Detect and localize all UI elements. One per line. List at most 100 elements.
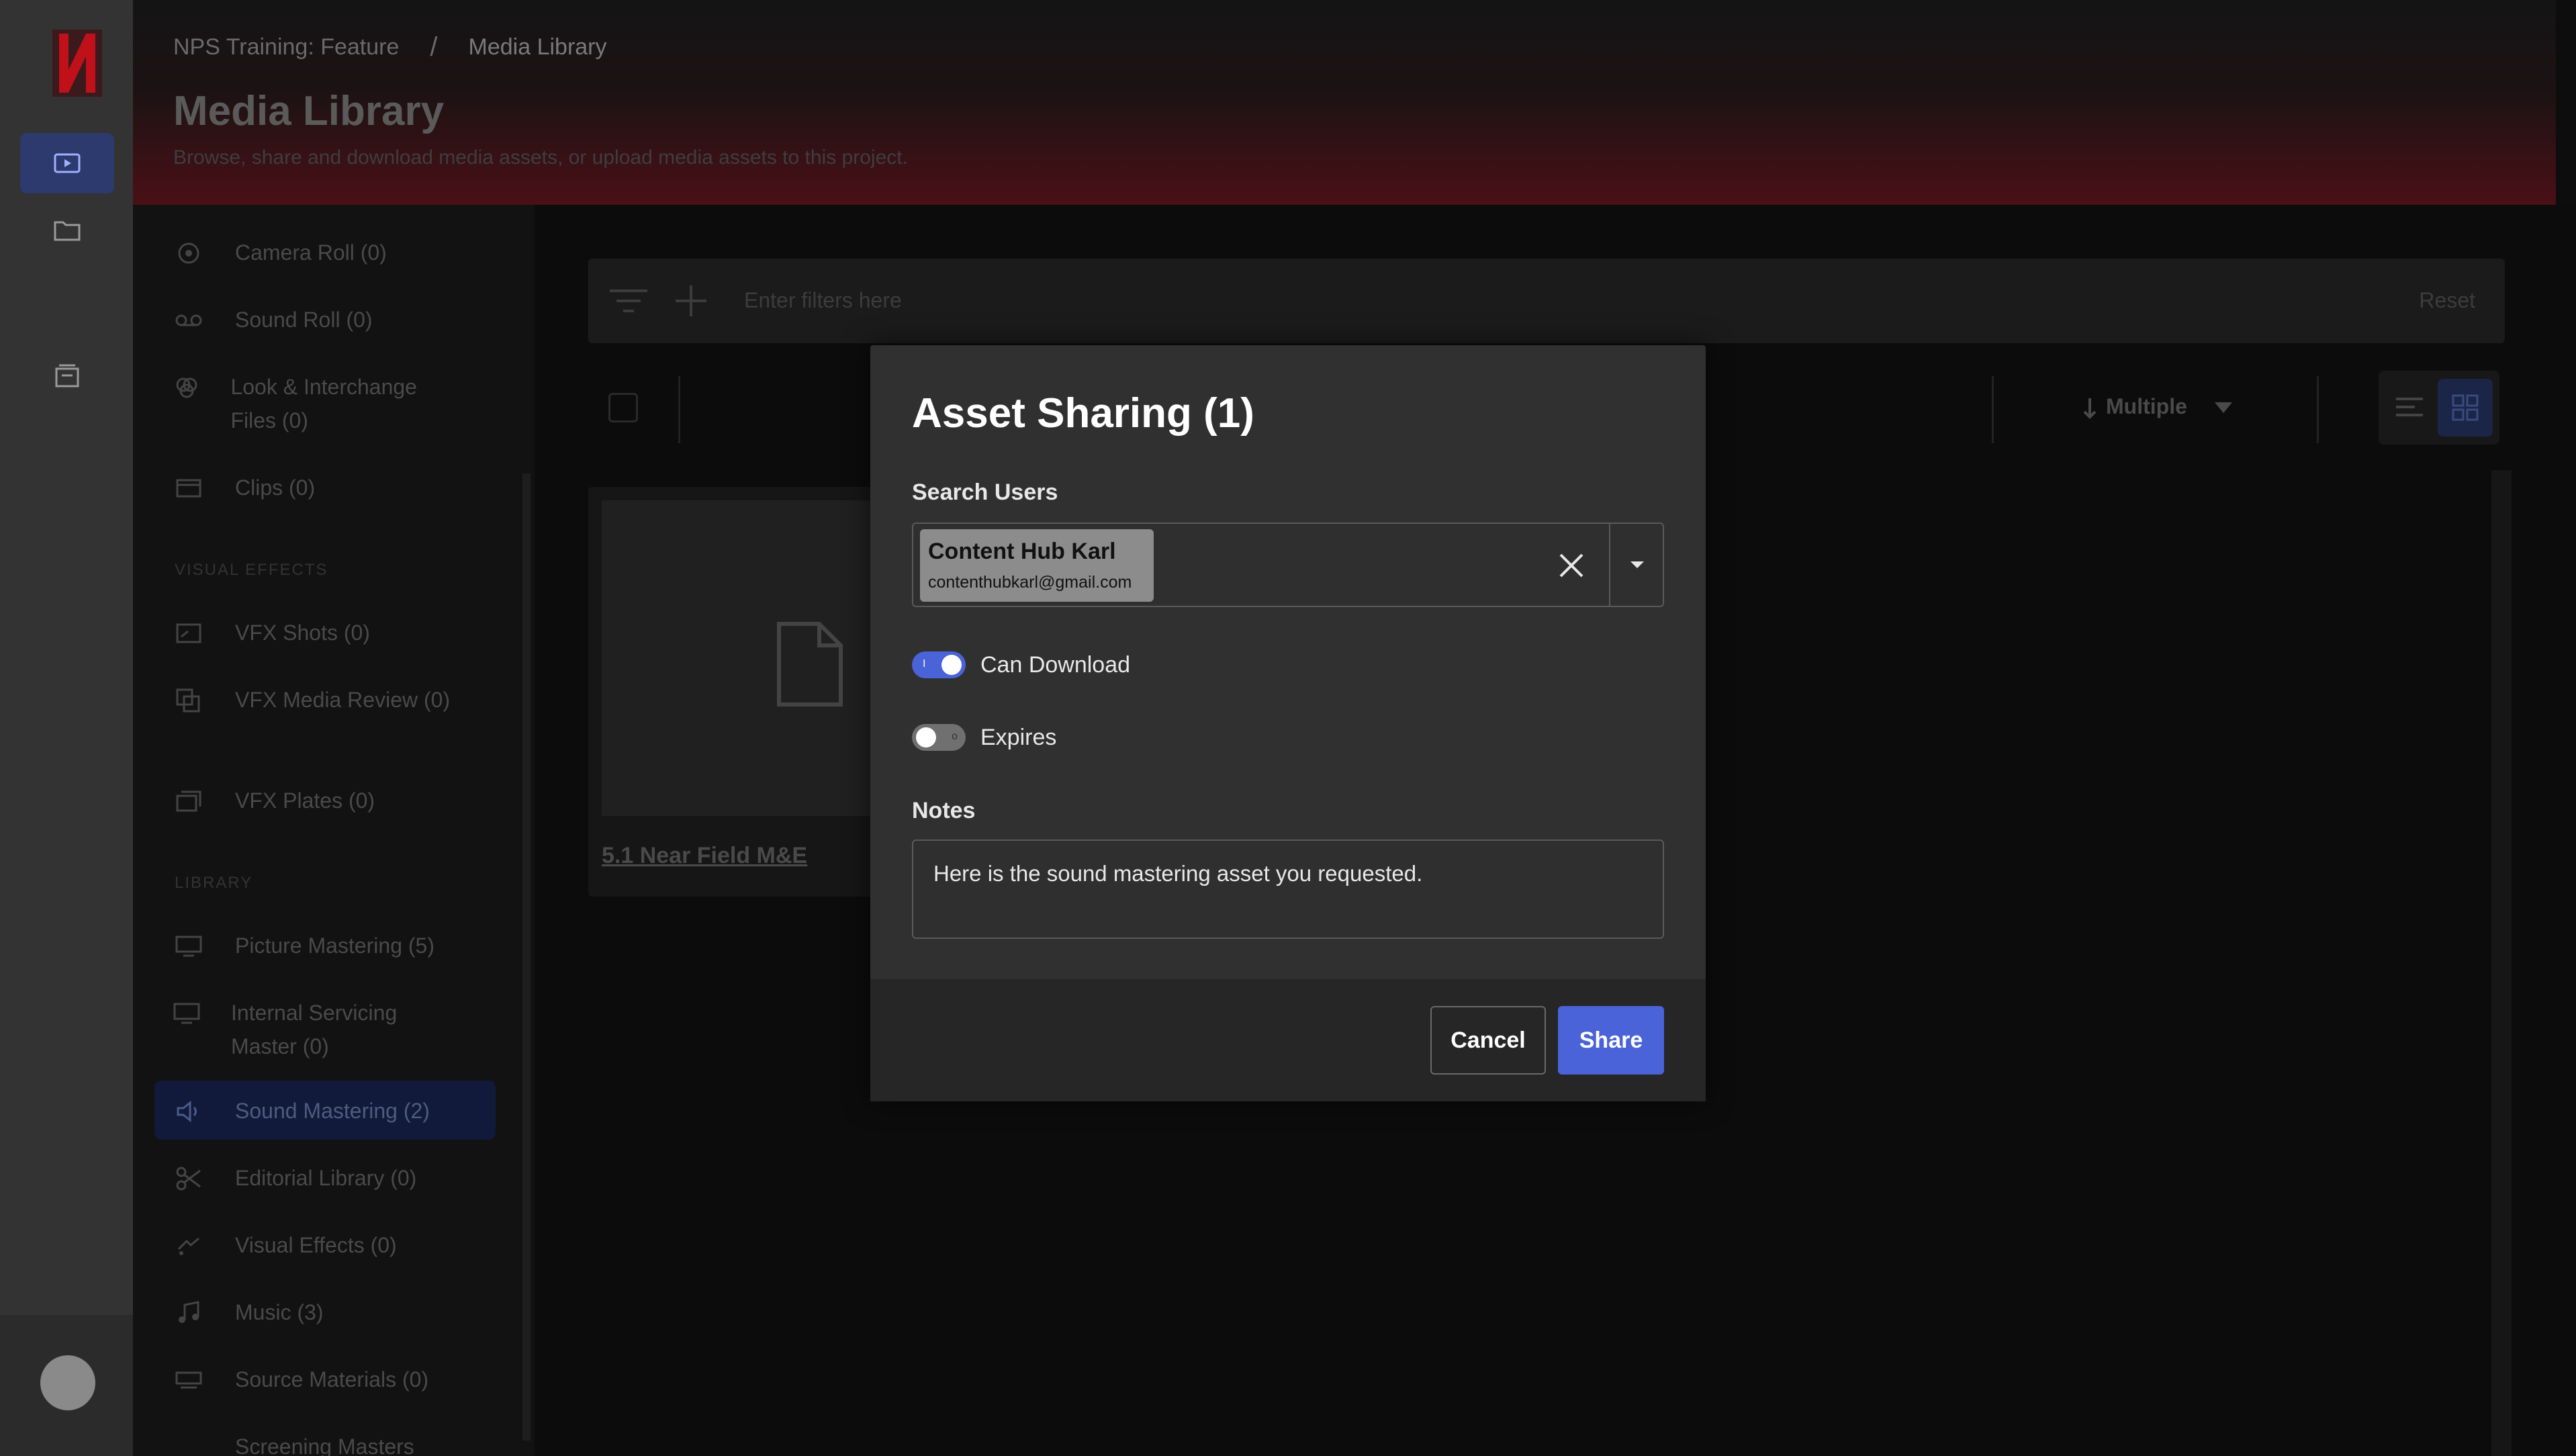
sidebar-item-label: Sound Roll (0) xyxy=(235,308,373,332)
file-icon xyxy=(777,622,843,707)
content-scrollbar[interactable] xyxy=(2491,470,2512,1456)
close-icon xyxy=(1559,553,1583,578)
asset-title[interactable]: 5.1 Near Field M&E xyxy=(602,843,807,869)
avatar[interactable] xyxy=(40,1355,95,1410)
user-dropdown-button[interactable] xyxy=(1610,524,1664,606)
notes-label: Notes xyxy=(912,798,976,823)
chevron-down-icon xyxy=(2215,402,2232,413)
user-search-select[interactable]: Content Hub Karl contenthubkarl@gmail.co… xyxy=(912,522,1664,607)
sidebar-item-label: Camera Roll (0) xyxy=(235,240,387,265)
grid-view-button[interactable] xyxy=(2438,379,2493,437)
toggle-off-mark: o xyxy=(952,731,958,742)
sidebar-item-label: Music (3) xyxy=(235,1300,324,1324)
asset-thumbnail[interactable] xyxy=(602,500,897,816)
selected-user-name: Content Hub Karl xyxy=(928,539,1116,564)
view-toggle xyxy=(2379,371,2499,445)
sidebar-item-clips[interactable]: Clips (0) xyxy=(173,471,509,504)
play-icon xyxy=(54,153,81,173)
sidebar-item-label: VFX Media Review (0) xyxy=(235,688,451,712)
reset-filters-button[interactable]: Reset xyxy=(2419,288,2475,313)
sort-dropdown[interactable]: Multiple xyxy=(2106,394,2187,419)
expires-toggle[interactable]: o xyxy=(912,724,966,751)
netflix-logo xyxy=(52,30,102,97)
sidebar-item-label: Picture Mastering (5) xyxy=(235,934,434,958)
inbox-icon xyxy=(55,364,79,388)
sidebar-item-label: Internal Servicing Master (0) xyxy=(231,1001,398,1058)
sidebar-item-vfx-plates[interactable]: VFX Plates (0) xyxy=(173,784,509,817)
breadcrumb-separator: / xyxy=(430,32,438,62)
sidebar-item-editorial-library[interactable]: Editorial Library (0) xyxy=(173,1161,509,1195)
sidebar-item-label: VFX Shots (0) xyxy=(235,621,370,645)
rail-inbox-button[interactable] xyxy=(20,345,114,406)
review-icon xyxy=(173,688,204,713)
add-filter-icon[interactable] xyxy=(673,283,709,319)
sidebar-item-label: Sound Mastering (2) xyxy=(235,1099,430,1123)
search-users-label: Search Users xyxy=(912,480,1058,505)
sidebar-item-label: Clips (0) xyxy=(235,475,316,500)
sidebar-item-source-materials[interactable]: Source Materials (0) xyxy=(173,1363,509,1396)
selected-user-chip[interactable]: Content Hub Karl contenthubkarl@gmail.co… xyxy=(920,529,1154,602)
source-icon xyxy=(173,1368,204,1392)
sidebar-item-vfx-media-review[interactable]: VFX Media Review (0) xyxy=(173,683,462,717)
toolbar-divider xyxy=(1992,376,1994,443)
sidebar-item-sound-mastering[interactable]: Sound Mastering (2) xyxy=(173,1094,509,1128)
music-icon xyxy=(173,1301,204,1325)
sidebar-item-camera-roll[interactable]: Camera Roll (0) xyxy=(173,236,509,269)
scissors-icon xyxy=(173,1167,204,1191)
can-download-toggle[interactable]: I xyxy=(912,651,966,678)
sidebar-item-picture-mastering[interactable]: Picture Mastering (5) xyxy=(173,929,509,962)
sidebar-item-music[interactable]: Music (3) xyxy=(173,1295,509,1329)
dialog-title: Asset Sharing (1) xyxy=(912,390,1254,437)
breadcrumb: NPS Training: Feature / Media Library xyxy=(173,32,607,62)
rail-folder-button[interactable] xyxy=(20,200,114,261)
sidebar-item-sound-roll[interactable]: Sound Roll (0) xyxy=(173,303,509,336)
grid-view-icon xyxy=(2452,394,2479,421)
folder-icon xyxy=(54,221,81,241)
sidebar-item-visual-effects[interactable]: Visual Effects (0) xyxy=(173,1228,509,1262)
asset-sharing-dialog: Asset Sharing (1) Search Users Content H… xyxy=(870,345,1706,1101)
clear-selection-button[interactable] xyxy=(1553,547,1590,584)
cancel-button[interactable]: Cancel xyxy=(1430,1006,1546,1075)
notes-textarea[interactable]: Here is the sound mastering asset you re… xyxy=(912,839,1664,939)
page-header: NPS Training: Feature / Media Library Me… xyxy=(133,0,2556,205)
sidebar-item-internal-servicing-master[interactable]: Internal Servicing Master (0) xyxy=(173,996,462,1063)
sidebar-item-label: VFX Plates (0) xyxy=(235,788,375,813)
camera-icon xyxy=(173,241,204,265)
selected-user-email: contenthubkarl@gmail.com xyxy=(928,573,1132,592)
sidebar-item-label: Screening Masters xyxy=(235,1435,414,1456)
screen-icon xyxy=(173,1435,204,1456)
app-rail xyxy=(0,0,133,1456)
category-sidebar: Camera Roll (0) Sound Roll (0) Look & In… xyxy=(133,205,535,1456)
monitor-icon xyxy=(173,934,204,958)
sidebar-item-label: Visual Effects (0) xyxy=(235,1233,397,1257)
filter-input[interactable]: Enter filters here xyxy=(744,288,902,313)
effects-icon xyxy=(173,1234,204,1258)
sidebar-item-vfx-shots[interactable]: VFX Shots (0) xyxy=(173,616,509,649)
shot-icon xyxy=(173,621,204,645)
speaker-icon xyxy=(173,1099,204,1124)
sidebar-section-visual-effects: VISUAL EFFECTS xyxy=(175,561,328,579)
lut-icon xyxy=(173,375,199,400)
rail-media-button[interactable] xyxy=(20,133,114,193)
toolbar-divider xyxy=(2317,376,2319,443)
dialog-footer: Cancel Share xyxy=(870,979,1706,1101)
can-download-row: I Can Download xyxy=(912,651,1130,678)
tape-icon xyxy=(173,308,204,332)
breadcrumb-project[interactable]: NPS Training: Feature xyxy=(173,34,399,60)
sidebar-item-screening-masters[interactable]: Screening Masters xyxy=(173,1430,509,1456)
sidebar-scrollbar[interactable] xyxy=(522,473,531,1441)
app-root: NPS Training: Feature / Media Library Me… xyxy=(0,0,2576,1456)
share-button[interactable]: Share xyxy=(1558,1006,1664,1075)
select-all-checkbox[interactable] xyxy=(608,393,638,422)
list-view-icon[interactable] xyxy=(2395,395,2424,419)
page-subtitle: Browse, share and download media assets,… xyxy=(173,146,908,169)
breadcrumb-current: Media Library xyxy=(468,34,607,60)
page-title: Media Library xyxy=(173,88,445,134)
sidebar-item-label: Look & Interchange Files (0) xyxy=(230,375,417,433)
asset-card[interactable]: 5.1 Near Field M&E xyxy=(588,487,911,897)
sidebar-item-look-interchange[interactable]: Look & Interchange Files (0) xyxy=(173,370,462,437)
monitor-icon xyxy=(173,1001,200,1026)
expires-label: Expires xyxy=(980,724,1057,750)
filter-icon[interactable] xyxy=(608,285,649,316)
toggle-knob xyxy=(916,727,936,747)
